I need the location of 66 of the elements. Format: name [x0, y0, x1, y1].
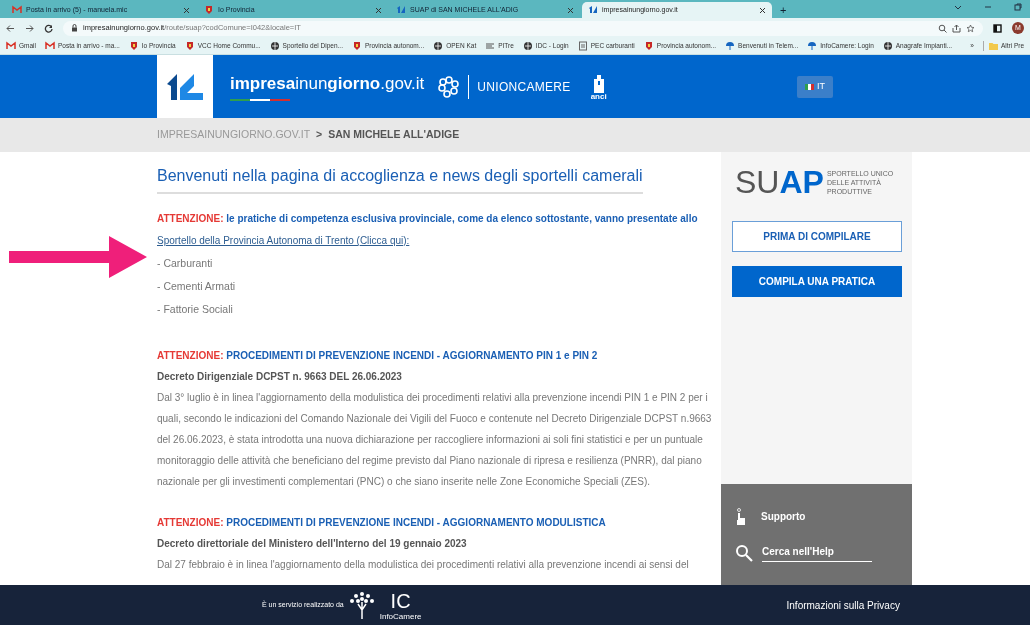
close-icon — [375, 6, 382, 14]
notice-text: ATTENZIONE: le pratiche di competenza esclusiva provinciale, come da elenco sottostante, vanno presentate allo Sportello della Provincia Autonoma di Trento (Clicca qui): — [157, 212, 699, 248]
site-name: impresainungiorno.gov.it — [230, 72, 425, 95]
suap-logo: SUAP — [735, 164, 824, 200]
search-icon — [735, 543, 753, 562]
close-icon — [759, 6, 766, 14]
flag-icon — [805, 83, 814, 90]
mail-icon — [6, 41, 16, 51]
anci-label: anci — [590, 92, 607, 101]
crest-icon — [204, 5, 214, 15]
list-item: - Fattorie Sociali — [157, 302, 234, 317]
tree-logo-icon — [347, 590, 376, 620]
umbrella-icon — [725, 41, 736, 51]
chevron-down-icon[interactable] — [954, 3, 962, 11]
crest-icon — [643, 41, 654, 51]
news-subtitle: Decreto direttoriale del Ministero dell'Interno del 19 gennaio 2023 — [157, 537, 468, 551]
page-heading: Benvenuti nella pagina di accoglienza e news degli sportelli camerali — [157, 165, 643, 194]
lock-icon — [71, 24, 78, 32]
crest-icon — [128, 41, 139, 51]
help-search-field[interactable]: Cerca nell'Help — [762, 543, 872, 562]
globe-icon — [882, 41, 893, 51]
restore-icon[interactable] — [1014, 3, 1022, 11]
partner-name: UNIONCAMERE — [477, 78, 571, 96]
pointing-hand-icon — [735, 507, 747, 526]
site-logo-icon — [588, 5, 598, 15]
support-link[interactable]: Supporto — [761, 509, 806, 524]
language-button[interactable]: IT — [797, 75, 833, 98]
flag-underline-icon — [230, 99, 290, 103]
ic-logo-text: IC — [390, 589, 411, 612]
flower-logo-icon — [438, 75, 461, 98]
back-arrow-icon[interactable] — [6, 23, 15, 33]
lines-icon — [485, 41, 496, 51]
side-panel-icon[interactable] — [993, 23, 1002, 33]
star-icon[interactable] — [966, 23, 975, 33]
reload-icon[interactable] — [44, 23, 53, 33]
ic-logo-subtitle: InfoCamere — [379, 611, 422, 621]
umbrella-icon — [807, 41, 818, 51]
news-title[interactable]: ATTENZIONE: PROCEDIMENTI DI PREVENZIONE INCENDI - AGGIORNAMENTO MODULISTICA — [157, 512, 713, 534]
sidebar-button[interactable]: PRIMA DI COMPILARE — [732, 221, 902, 252]
crest-icon — [351, 41, 362, 51]
site-logo-icon — [396, 5, 406, 15]
sidebar-button[interactable]: COMPILA UNA PRATICA — [732, 266, 902, 297]
document-icon — [577, 41, 588, 51]
new-tab-button[interactable]: + — [774, 2, 793, 18]
list-item: - Carburanti — [157, 256, 214, 271]
list-item: - Cementi Armati — [157, 279, 237, 294]
news-title[interactable]: ATTENZIONE: PROCEDIMENTI DI PREVENZIONE INCENDI - AGGIORNAMENTO PIN 1 e PIN 2 — [157, 345, 713, 367]
mail-icon — [12, 5, 22, 15]
news-body: Dal 27 febbraio è in linea l'aggiornamento della modulistica dei procedimenti relativi alla prevenzione incendi ai sensi del — [157, 558, 690, 572]
globe-icon — [433, 41, 444, 51]
breadcrumb-separator: > — [316, 127, 323, 143]
news-subtitle: Decreto Dirigenziale DCPST n. 9663 DEL 26.06.2023 — [157, 370, 403, 384]
zoom-icon[interactable] — [938, 23, 947, 33]
folder-icon — [988, 42, 998, 50]
forward-arrow-icon[interactable] — [25, 23, 34, 33]
close-icon — [183, 6, 190, 14]
globe-icon — [522, 41, 533, 51]
provincia-link[interactable]: Sportello della Provincia Autonoma di Trento (Clicca qui): — [157, 235, 410, 246]
close-icon — [567, 6, 574, 14]
globe-icon — [269, 41, 280, 51]
mail-icon — [45, 41, 55, 51]
news-body: Dal 3° luglio è in linea l'aggiornamento della modulistica dei procedimenti relativi alla prevenzione incendi PIN 1 e PIN 2 per i quali, secondo le indicazioni del Comando Nazionale dei Vigili del Fuoco e contenute nel Decreto Dirigenziale DCPST n.9663 del 26.06.2023, è stata introdotta una nuova dichiarazione per raccogliere informazioni ai soli fini statistici e per un puntuale monitoraggio delle attività che beneficiano del regime previsto dal Piano nazionale di ripresa e resilienza (PNRR), dal piano nazionale per gli investimenti complementari (PNC) o che siano inserite nelle Zone Economiche Speciali (ZES). — [157, 391, 713, 489]
share-icon[interactable] — [952, 23, 961, 33]
privacy-link[interactable]: Informazioni sulla Privacy — [786, 597, 900, 613]
crest-icon — [184, 41, 195, 51]
breadcrumb-item: SAN MICHELE ALL'ADIGE — [328, 127, 460, 143]
